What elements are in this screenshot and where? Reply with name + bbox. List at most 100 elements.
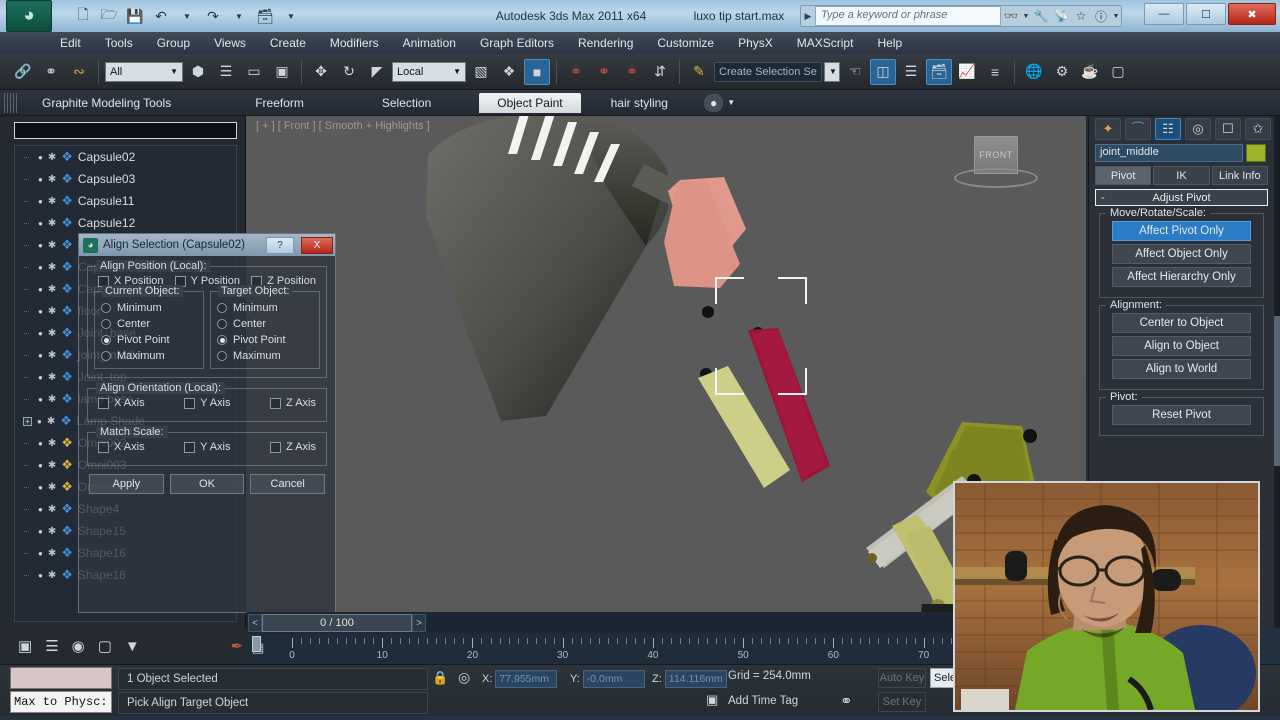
freeze-snowflake-icon[interactable]: ✱	[48, 460, 56, 471]
schematic-view-icon[interactable]: ≡	[982, 59, 1008, 85]
checkbox-box[interactable]	[184, 442, 195, 453]
ok-button[interactable]: OK	[170, 474, 245, 494]
freeze-snowflake-icon[interactable]: ✱	[48, 240, 56, 251]
scene-explorer-item[interactable]: ···●✱❖Capsule11	[15, 190, 236, 212]
geometry-icon[interactable]: ▢	[98, 637, 112, 655]
edit-named-selection-sets-icon[interactable]: ✎	[686, 59, 712, 85]
tab-selection[interactable]: Selection	[364, 93, 449, 113]
binoculars-icon[interactable]: 👓	[1001, 9, 1021, 23]
adjust-pivot-rollout-header[interactable]: - Adjust Pivot	[1095, 189, 1268, 206]
unlink-selection-icon[interactable]: ⚭	[38, 59, 64, 85]
percent-snap-toggle-icon[interactable]: ⚭	[591, 59, 617, 85]
visibility-bulb-icon[interactable]: ●	[37, 417, 42, 426]
menu-item-create[interactable]: Create	[258, 34, 318, 52]
select-by-name-icon[interactable]: ☰	[213, 59, 239, 85]
selection-lock-icon[interactable]: ◎	[458, 669, 470, 686]
checkbox-scale-y-axis[interactable]: Y Axis	[184, 441, 230, 453]
align-selection-dialog[interactable]: ◕ Align Selection (Capsule02) ? X Align …	[78, 233, 336, 613]
curve-editor-icon[interactable]: 📈	[954, 59, 980, 85]
menu-item-group[interactable]: Group	[145, 34, 202, 52]
coord-x[interactable]: X: 77.955mm	[482, 669, 557, 688]
menu-item-tools[interactable]: Tools	[93, 34, 145, 52]
visibility-bulb-icon[interactable]: ●	[38, 153, 43, 162]
named-sets-chevron[interactable]: ▼	[824, 62, 840, 82]
scrollbar-thumb[interactable]	[1274, 316, 1280, 466]
visibility-bulb-icon[interactable]: ●	[38, 373, 43, 382]
visibility-bulb-icon[interactable]: ●	[38, 263, 43, 272]
freeze-snowflake-icon[interactable]: ✱	[48, 482, 56, 493]
spinner-snap-arrows-icon[interactable]: ⇵	[647, 59, 673, 85]
reset-pivot-button[interactable]: Reset Pivot	[1112, 405, 1251, 425]
menu-item-modifiers[interactable]: Modifiers	[318, 34, 391, 52]
dialog-help-button[interactable]: ?	[266, 237, 294, 254]
select-and-link-icon[interactable]: 🔗	[10, 59, 36, 85]
radio-dot[interactable]	[217, 319, 227, 329]
maxscript-mini-listener[interactable]	[10, 667, 112, 689]
freeze-snowflake-icon[interactable]: ✱	[47, 416, 55, 427]
freeze-snowflake-icon[interactable]: ✱	[48, 570, 56, 581]
select-and-manipulate-icon[interactable]: ❖	[496, 59, 522, 85]
render-setup-icon[interactable]: ⚙	[1049, 59, 1075, 85]
align-icon[interactable]: ◫	[870, 59, 896, 85]
radio-target-pivot-point[interactable]: Pivot Point	[215, 332, 315, 348]
dialog-title-bar[interactable]: ◕ Align Selection (Capsule02) ? X	[79, 234, 335, 256]
tab-ik[interactable]: IK	[1153, 166, 1209, 185]
tree-expand-icon[interactable]: +	[23, 417, 32, 426]
apply-button[interactable]: Apply	[89, 474, 164, 494]
transform-type-in-icon[interactable]: ▣	[706, 692, 718, 708]
align-to-object-button[interactable]: Align to Object	[1112, 336, 1251, 356]
visibility-bulb-icon[interactable]: ●	[38, 285, 43, 294]
visibility-bulb-icon[interactable]: ●	[38, 439, 43, 448]
visibility-bulb-icon[interactable]: ●	[38, 329, 43, 338]
object-name-field[interactable]: joint_middle	[1095, 144, 1243, 162]
menu-item-edit[interactable]: Edit	[48, 34, 93, 52]
tab-freeform[interactable]: Freeform	[237, 93, 322, 113]
rendered-frame-window-icon[interactable]: ☕	[1077, 59, 1103, 85]
checkbox-orient-y-axis[interactable]: Y Axis	[184, 397, 230, 409]
object-color-swatch[interactable]	[1246, 144, 1266, 162]
freeze-snowflake-icon[interactable]: ✱	[48, 328, 56, 339]
checkbox-scale-x-axis[interactable]: X Axis	[98, 441, 145, 453]
checkbox-orient-z-axis[interactable]: Z Axis	[270, 397, 316, 409]
select-and-move-icon[interactable]: ✥	[308, 59, 334, 85]
freeze-snowflake-icon[interactable]: ✱	[48, 152, 56, 163]
ribbon-grip[interactable]	[4, 93, 18, 113]
freeze-snowflake-icon[interactable]: ✱	[48, 218, 56, 229]
visibility-bulb-icon[interactable]: ●	[38, 219, 43, 228]
coord-x-value[interactable]: 77.955mm	[495, 670, 557, 688]
star-icon[interactable]: ☆	[1071, 9, 1091, 23]
customize-qat-icon[interactable]: ▼	[280, 5, 302, 27]
radio-current-pivot-point[interactable]: Pivot Point	[99, 332, 199, 348]
spinner-snap-toggle-icon[interactable]: ⚭	[619, 59, 645, 85]
scene-explorer-item[interactable]: ···●✱❖Capsule12	[15, 212, 236, 234]
save-icon[interactable]: 💾	[124, 5, 146, 27]
radio-target-minimum[interactable]: Minimum	[215, 300, 315, 316]
eyedropper-icon[interactable]: ✒	[231, 637, 244, 655]
next-frame-button[interactable]: >	[412, 614, 426, 632]
create-tab-icon[interactable]: ✦	[1095, 118, 1121, 140]
radio-dot[interactable]	[217, 303, 227, 313]
hierarchy-tab-icon[interactable]: ☷	[1155, 118, 1181, 140]
affect-object-only-button[interactable]: Affect Object Only	[1112, 244, 1251, 264]
satellite-icon[interactable]: 📡	[1051, 9, 1071, 23]
visibility-bulb-icon[interactable]: ●	[38, 307, 43, 316]
coord-z[interactable]: Z: 114.116mm	[652, 669, 727, 688]
use-pivot-point-center-icon[interactable]: ▧	[468, 59, 494, 85]
visibility-bulb-icon[interactable]: ●	[38, 175, 43, 184]
command-panel-scrollbar[interactable]	[1274, 116, 1280, 628]
visibility-bulb-icon[interactable]: ●	[38, 461, 43, 470]
scene-explorer-search-input[interactable]	[14, 122, 237, 139]
undo-icon[interactable]: ↶	[150, 5, 172, 27]
dialog-close-button[interactable]: X	[301, 237, 333, 254]
freeze-snowflake-icon[interactable]: ✱	[48, 284, 56, 295]
named-selection-sets-dropdown[interactable]: Create Selection Se	[714, 62, 822, 82]
chevron-down-icon[interactable]: ▼	[725, 96, 737, 109]
redo-dropdown-icon[interactable]: ▼	[228, 5, 250, 27]
menu-item-graph-editors[interactable]: Graph Editors	[468, 34, 566, 52]
select-object-icon[interactable]: ⬢	[185, 59, 211, 85]
menu-item-maxscript[interactable]: MAXScript	[785, 34, 866, 52]
undo-dropdown-icon[interactable]: ▼	[176, 5, 198, 27]
angle-snap-toggle-icon[interactable]: ⚭	[563, 59, 589, 85]
view-cube[interactable]: FRONT	[948, 132, 1044, 194]
freeze-snowflake-icon[interactable]: ✱	[48, 306, 56, 317]
